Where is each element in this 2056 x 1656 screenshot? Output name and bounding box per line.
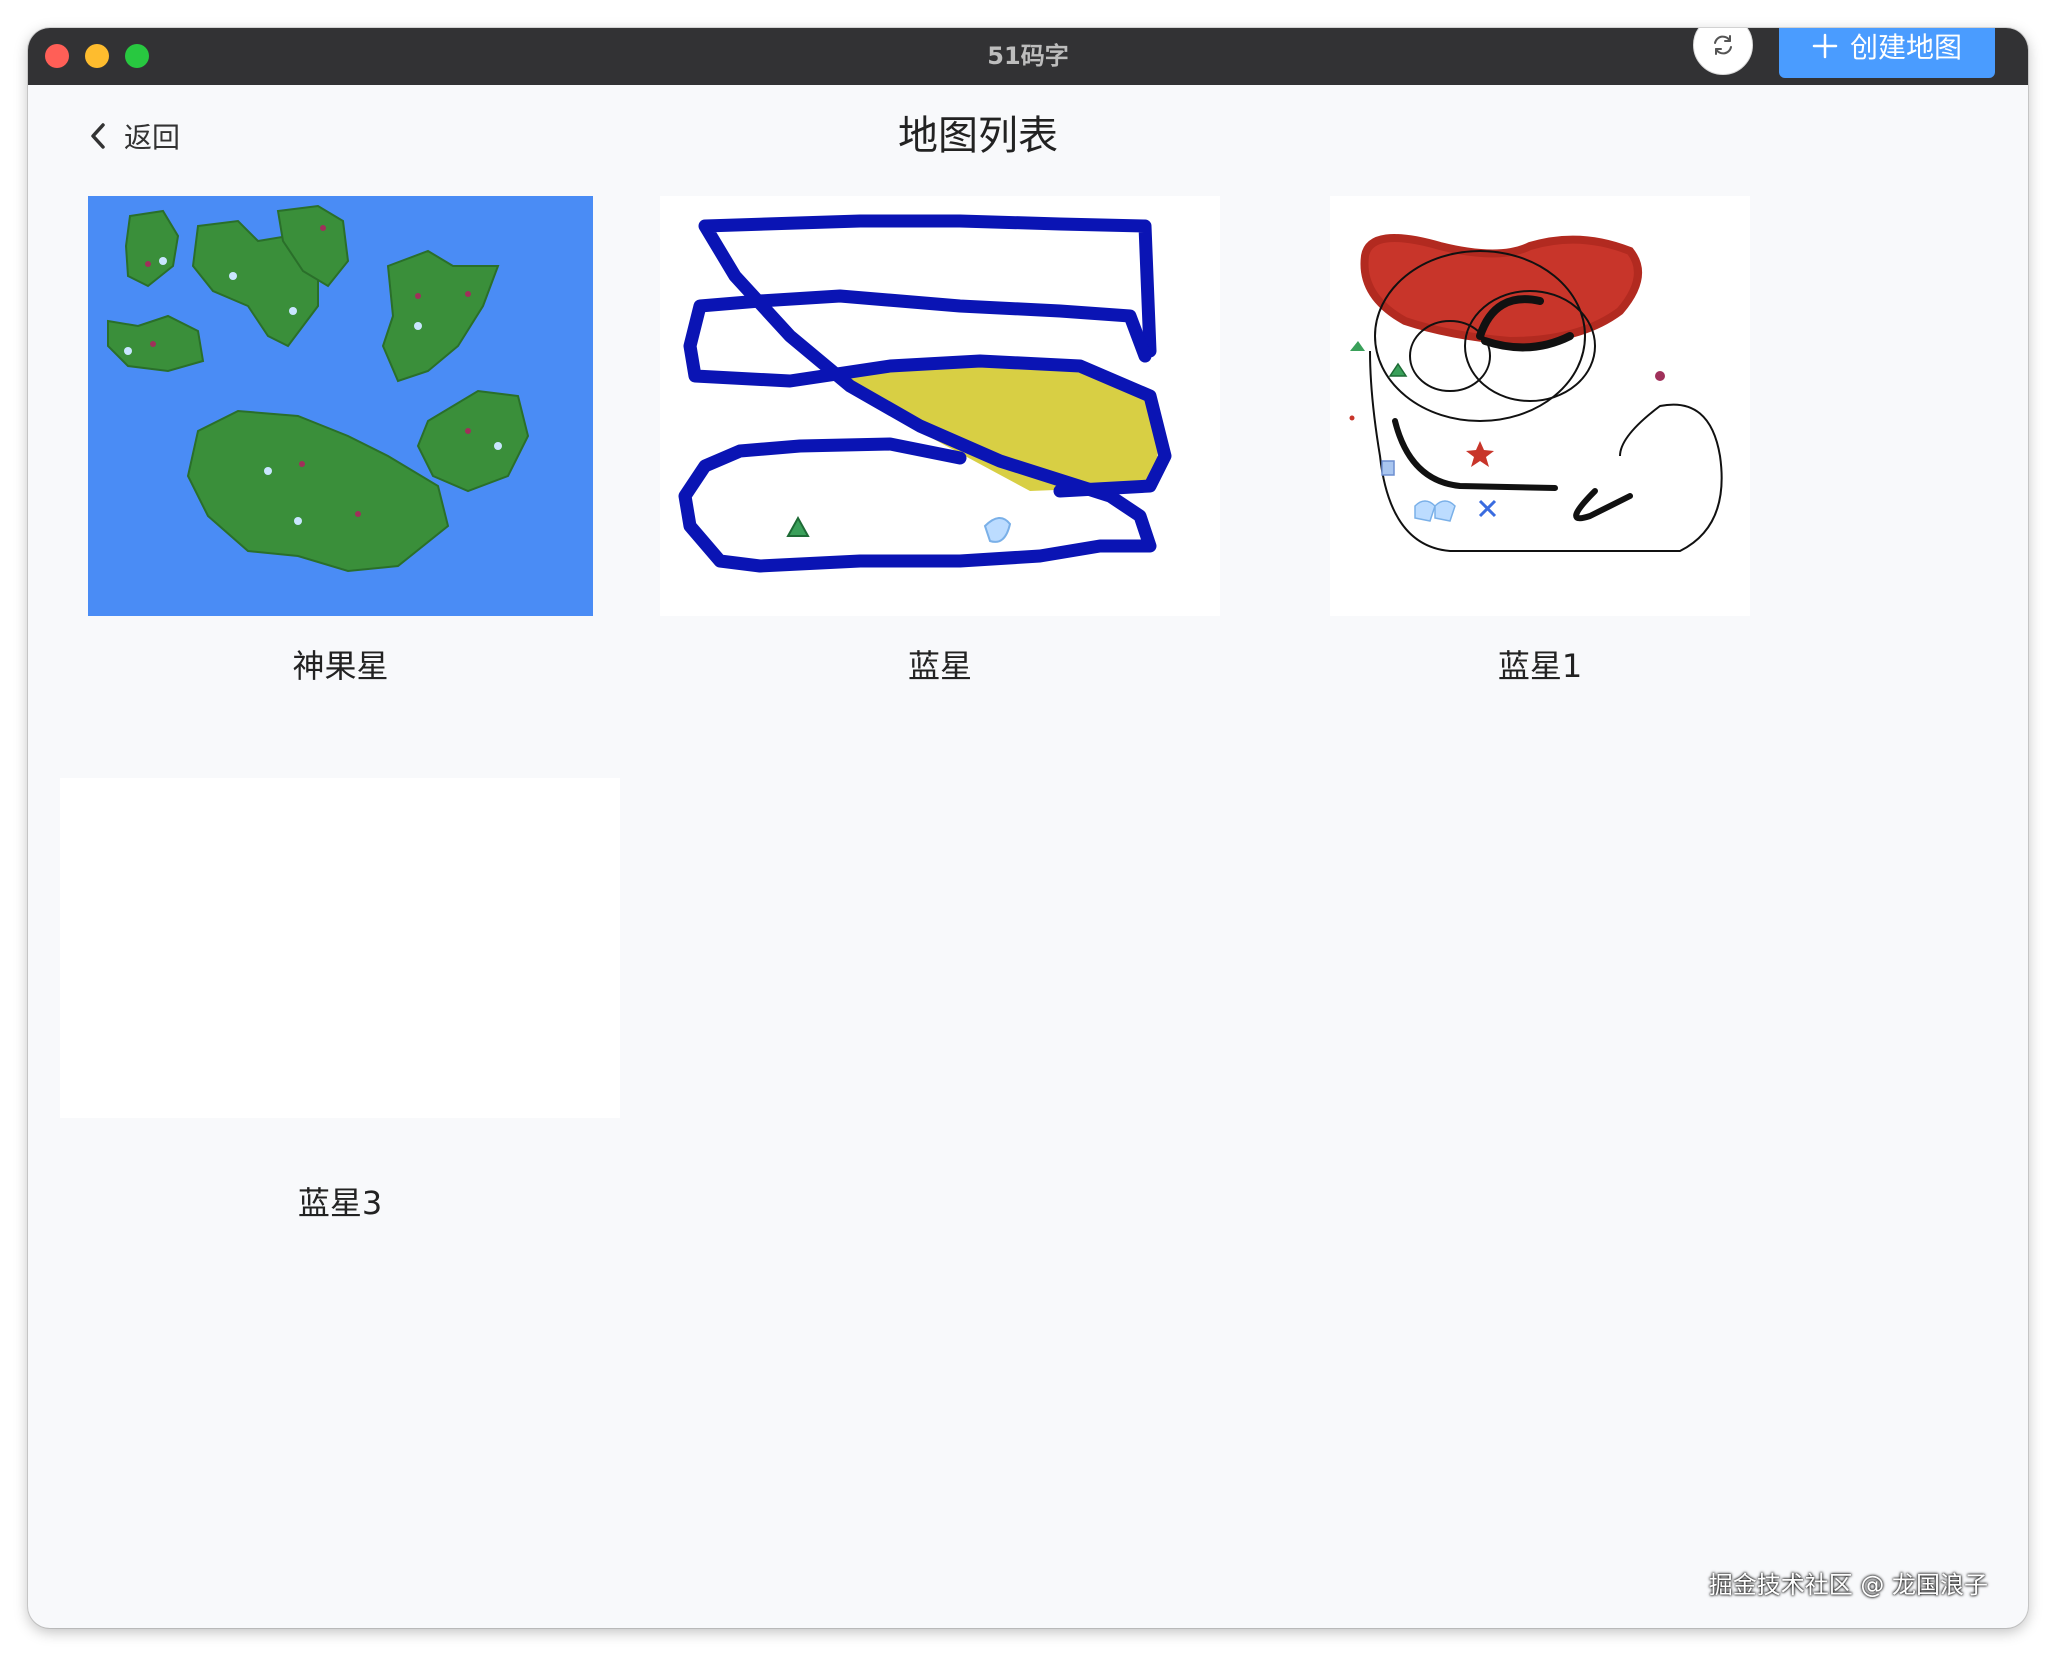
create-map-button[interactable]: 创建地图 bbox=[1779, 28, 1995, 78]
map-name-label: 蓝星1 bbox=[1497, 647, 1583, 685]
watermark: 掘金技术社区 @ 龙国浪子 bbox=[1708, 1571, 1988, 1599]
map-thumbnail-1 bbox=[88, 196, 593, 616]
map-card-3[interactable]: 蓝星1 bbox=[1330, 196, 1750, 716]
map-thumbnail-4 bbox=[60, 778, 620, 1118]
map-card-1[interactable]: 神果星 bbox=[88, 196, 593, 716]
island-map-image bbox=[107, 204, 530, 573]
map-card-4[interactable]: 蓝星3 bbox=[60, 778, 620, 1248]
map-thumbnail-2 bbox=[660, 196, 1220, 616]
hand-drawn-map-image bbox=[678, 214, 1172, 573]
create-map-label: 创建地图 bbox=[1849, 31, 1962, 64]
hand-drawn-map-image bbox=[1349, 234, 1723, 552]
refresh-icon bbox=[1714, 35, 1732, 55]
plus-icon bbox=[1812, 33, 1838, 59]
map-card-2[interactable]: 蓝星 bbox=[660, 196, 1220, 716]
page-title: 地图列表 bbox=[898, 113, 1058, 159]
map-name-label: 蓝星 bbox=[907, 647, 972, 685]
map-thumbnail-3 bbox=[1330, 196, 1750, 616]
map-name-label: 蓝星3 bbox=[297, 1184, 383, 1222]
page-header: 返回 地图列表 bbox=[28, 85, 2028, 185]
map-name-label: 神果星 bbox=[292, 647, 389, 685]
app-window: 51码字 返回 地图列表 创建地图 神果星 蓝星 蓝星1 蓝星3 掘金技术社区 … bbox=[28, 28, 2028, 1628]
